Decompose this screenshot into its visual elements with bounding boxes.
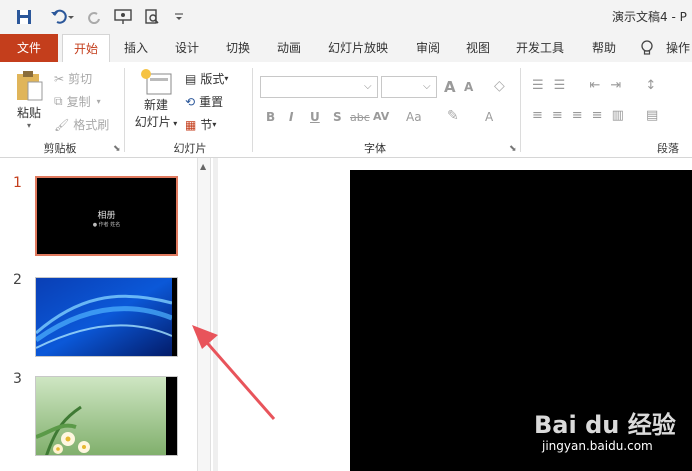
section-icon: ▦ [185,117,197,132]
bold-button[interactable]: B [266,110,275,124]
reset-button[interactable]: ⟲ 重置 [185,93,223,110]
paste-label: 粘贴 [16,106,41,120]
tab-tell-me[interactable]: 操作 [664,34,692,62]
font-group-label: 字体 [364,142,386,155]
undo-icon[interactable] [48,8,76,26]
slide-number: 3 [13,371,22,387]
highlight-icon[interactable]: ✎ [447,108,459,124]
align-buttons[interactable]: ≡≡≡≡▥ ▤ [532,108,667,123]
tab-design[interactable]: 设计 [164,34,210,62]
slide-number: 1 [13,175,22,191]
change-case-button[interactable]: Aa [406,110,422,124]
shadow-button[interactable]: S [333,110,342,124]
new-slide-icon [141,69,172,95]
clipboard-launcher-icon[interactable]: ⬊ [113,144,121,154]
present-icon[interactable] [114,8,132,26]
tab-help[interactable]: 帮助 [581,34,627,62]
decrease-font-button[interactable]: A [464,80,473,94]
baidu-logo: Bai du 经验 [534,411,676,439]
layout-button[interactable]: ▤ 版式 ▾ [185,70,228,87]
underline-button[interactable]: U [310,110,320,124]
slide-thumbnail-1[interactable]: 相册 ● 作者 姓名 [35,176,178,256]
tab-view[interactable]: 视图 [455,34,501,62]
flowers-image [36,377,177,455]
tab-review[interactable]: 审阅 [405,34,451,62]
clipboard-icon [17,71,43,101]
copy-icon: ⧉ [54,94,63,108]
paragraph-group-label: 段落 [657,142,679,155]
scroll-up-icon[interactable]: ▲ [200,162,206,171]
print-preview-icon[interactable] [144,8,160,26]
section-button[interactable]: ▦ 节 ▾ [185,116,216,133]
strikethrough-button[interactable]: abc [350,111,370,124]
divider [520,68,521,152]
font-color-button[interactable]: A [485,110,493,124]
tab-transitions[interactable]: 切换 [215,34,261,62]
font-size-combo[interactable]: ⌵ [381,76,437,98]
font-name-combo[interactable]: ⌵ [260,76,378,98]
blue-waves-image [36,278,177,356]
tab-developer[interactable]: 开发工具 [507,34,573,62]
tab-slideshow[interactable]: 幻灯片放映 [320,34,396,62]
copy-button[interactable]: ⧉ 复制 ▾ [54,93,101,110]
character-spacing-button[interactable]: AV [373,110,389,123]
title-bar: 演示文稿4 - P [0,0,692,34]
tab-animations[interactable]: 动画 [266,34,312,62]
layout-icon: ▤ [185,71,197,86]
italic-button[interactable]: I [289,110,293,124]
redo-icon[interactable] [86,8,102,26]
annotation-arrow [192,325,276,420]
slide-thumbnail-3[interactable] [35,376,178,456]
ribbon: 粘贴 ▾ ✂ 剪切 ⧉ 复制 ▾ 🖌 格式刷 剪贴板 ⬊ 新建 幻灯片 ▾ ▤ 版式 ▾ … [0,62,692,158]
increase-font-button[interactable]: A [444,78,456,96]
list-buttons[interactable]: ☰☰ ⇤⇥ ↕ [532,78,666,93]
chevron-down-icon: ⌵ [364,81,372,92]
save-icon[interactable] [14,8,34,26]
format-painter-icon: 🖌 [54,117,70,132]
format-painter-button[interactable]: 🖌 格式刷 [54,116,109,133]
clear-formatting-icon[interactable]: ◇ [494,78,505,94]
slide-number: 2 [13,272,22,288]
customize-toolbar-icon[interactable] [172,8,186,26]
watermark-url: jingyan.baidu.com [542,439,653,453]
paste-button[interactable]: 粘贴 ▾ [12,70,46,132]
paste-dropdown-icon[interactable]: ▾ [27,121,31,130]
tab-insert[interactable]: 插入 [113,34,159,62]
thumb-title: 相册 [97,211,116,221]
font-launcher-icon[interactable]: ⬊ [509,144,517,154]
thumb-subtitle: ● 作者 姓名 [92,222,121,228]
lightbulb-icon[interactable] [640,40,656,56]
divider [252,68,253,152]
scissors-icon: ✂ [54,71,65,86]
divider [124,68,125,152]
tab-home[interactable]: 开始 [62,34,110,63]
ribbon-tabs: 文件 开始 插入 设计 切换 动画 幻灯片放映 审阅 视图 开发工具 帮助 操作 [0,34,692,63]
clipboard-group-label: 剪贴板 [43,142,77,155]
watermark: Bai du 经验 jingyan.baidu.com [530,395,690,467]
reset-icon: ⟲ [185,94,196,109]
new-slide-button[interactable]: 新建 幻灯片 ▾ [133,68,179,140]
document-title: 演示文稿4 - P [612,10,687,24]
slides-group-label: 幻灯片 [173,142,207,155]
cut-button[interactable]: ✂ 剪切 [54,70,92,87]
chevron-down-icon: ⌵ [423,81,431,92]
slide-thumbnail-2[interactable] [35,277,178,357]
tab-file[interactable]: 文件 [0,34,58,62]
